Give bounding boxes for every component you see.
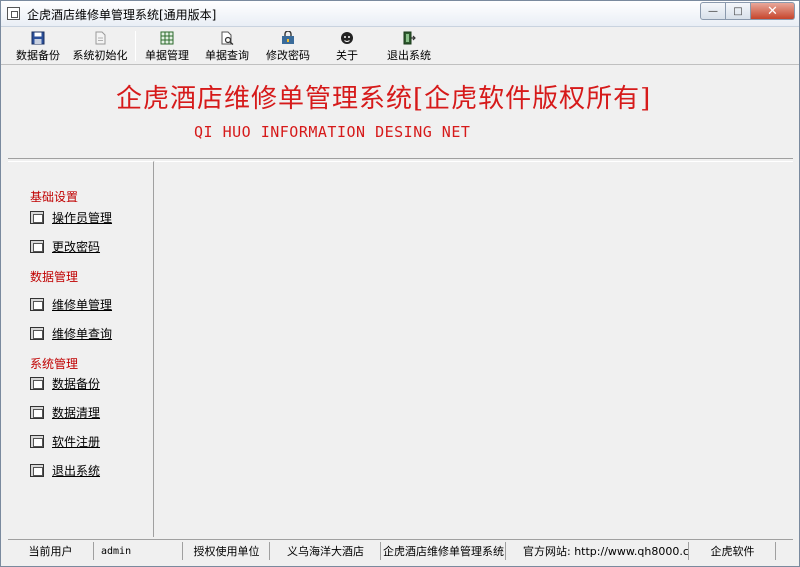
close-button[interactable]: ✕	[751, 2, 795, 20]
nav-item-repair-order-query[interactable]: 维修单查询	[30, 324, 112, 342]
form-icon	[30, 239, 44, 253]
app-window: 企虎酒店维修单管理系统[通用版本] — □ ✕ 数据备份 系统初始化 单据管理	[0, 0, 800, 567]
form-icon	[30, 376, 44, 390]
left-nav: 基础设置 操作员管理 更改密码 数据管理 维修单管理 维修单查询 系统管理 数据…	[8, 161, 154, 537]
status-website: 官方网站: http://www.qh8000.com	[507, 542, 689, 560]
nav-item-operator-management[interactable]: 操作员管理	[30, 208, 112, 226]
document-icon	[93, 31, 107, 45]
status-company: 企虎软件	[690, 542, 776, 560]
floppy-disk-icon	[31, 31, 45, 45]
nav-item-repair-order-management[interactable]: 维修单管理	[30, 295, 112, 313]
toolbar: 数据备份 系统初始化 单据管理 单据查询 修改密码 关于 退出系统	[1, 27, 799, 65]
init-system-toolbar-button[interactable]: 系统初始化	[69, 29, 131, 63]
nav-category-data-management: 数据管理	[30, 270, 79, 284]
status-licensed-label: 授权使用单位	[184, 542, 270, 560]
about-toolbar-button[interactable]: 关于	[331, 29, 363, 63]
nav-category-system-management: 系统管理	[30, 357, 79, 371]
banner-subtitle: QI HUO INFORMATION DESING NET	[194, 123, 471, 141]
status-user-label: 当前用户	[8, 542, 94, 560]
form-icon	[30, 463, 44, 477]
exit-icon	[402, 31, 416, 45]
grid-icon	[160, 31, 174, 45]
change-password-toolbar-button[interactable]: 修改密码	[263, 29, 313, 63]
nav-item-data-cleanup[interactable]: 数据清理	[30, 403, 100, 421]
nav-item-software-registration[interactable]: 软件注册	[30, 432, 100, 450]
form-icon	[30, 210, 44, 224]
title-bar[interactable]: 企虎酒店维修单管理系统[通用版本] — □ ✕	[1, 1, 799, 27]
maximize-button[interactable]: □	[726, 2, 751, 20]
minimize-button[interactable]: —	[700, 2, 726, 20]
search-document-icon	[220, 31, 234, 46]
nav-item-data-backup[interactable]: 数据备份	[30, 374, 100, 392]
status-bar: 当前用户 admin 授权使用单位 义乌海洋大酒店 企虎酒店维修单管理系统 官方…	[8, 539, 793, 561]
form-icon	[30, 434, 44, 448]
form-icon	[30, 326, 44, 340]
banner: 企虎酒店维修单管理系统[企虎软件版权所有] QI HUO INFORMATION…	[8, 66, 793, 159]
key-icon	[281, 30, 295, 45]
main-content-area[interactable]	[155, 161, 793, 537]
status-system-name: 企虎酒店维修单管理系统	[382, 542, 506, 560]
form-icon	[30, 405, 44, 419]
nav-category-basic-settings: 基础设置	[30, 190, 79, 204]
face-icon	[340, 31, 354, 45]
bill-management-toolbar-button[interactable]: 单据管理	[141, 29, 193, 63]
nav-item-change-password[interactable]: 更改密码	[30, 237, 100, 255]
toolbar-separator	[135, 31, 136, 61]
window-title: 企虎酒店维修单管理系统[通用版本]	[27, 8, 217, 22]
backup-toolbar-button[interactable]: 数据备份	[13, 29, 63, 63]
bill-query-toolbar-button[interactable]: 单据查询	[201, 29, 253, 63]
banner-title: 企虎酒店维修单管理系统[企虎软件版权所有]	[116, 84, 652, 114]
nav-item-exit-system[interactable]: 退出系统	[30, 461, 100, 479]
form-icon	[30, 297, 44, 311]
status-user-value: admin	[95, 542, 183, 560]
exit-system-toolbar-button[interactable]: 退出系统	[383, 29, 435, 63]
app-icon[interactable]	[7, 7, 20, 20]
status-licensed-value: 义乌海洋大酒店	[271, 542, 381, 560]
window-controls: — □ ✕	[700, 2, 795, 20]
